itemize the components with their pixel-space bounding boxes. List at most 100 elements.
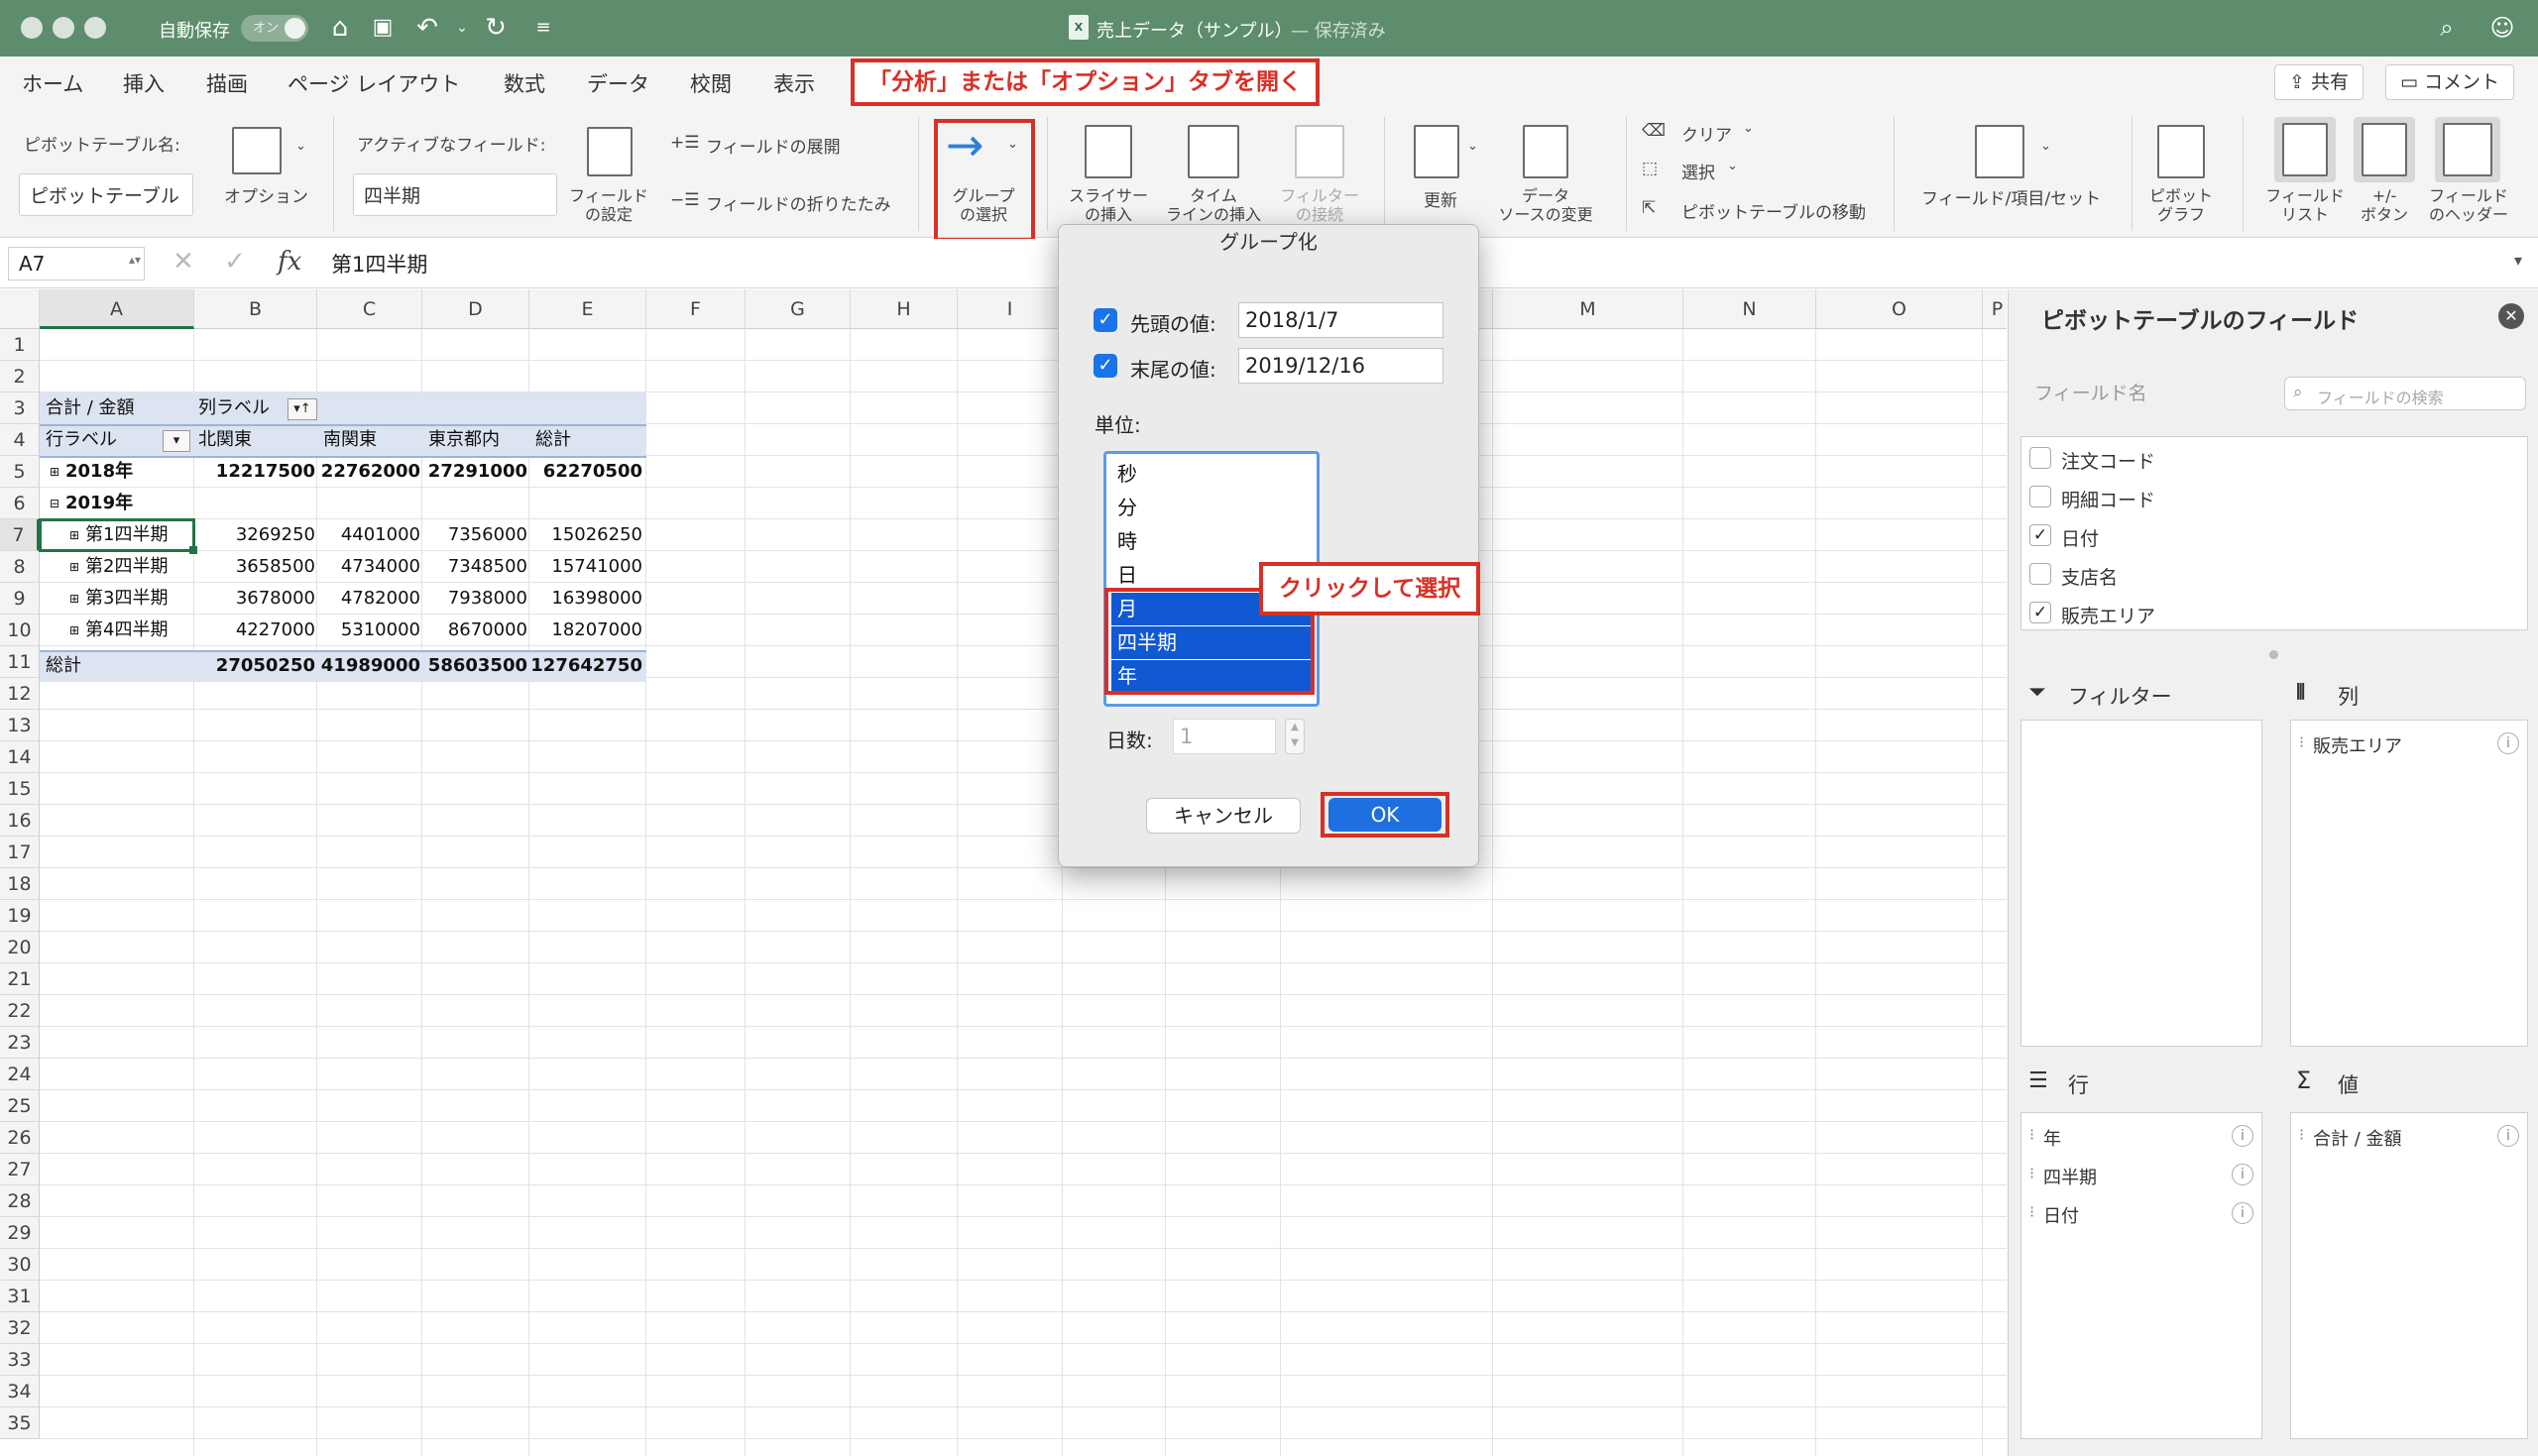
column-header-g[interactable]: G: [746, 289, 851, 329]
row-header-20[interactable]: 20: [0, 932, 40, 963]
row-header-14[interactable]: 14: [0, 741, 40, 773]
pivot-chart-icon[interactable]: [2157, 125, 2205, 178]
column-header-b[interactable]: B: [194, 289, 317, 329]
field-name[interactable]: 支店名: [2061, 563, 2118, 590]
row-header-7[interactable]: 7: [0, 519, 40, 551]
drag-handle-icon[interactable]: ⁝: [2299, 732, 2304, 751]
group-selection-arrow-icon[interactable]: →: [946, 122, 1005, 168]
end-value-checkbox[interactable]: ✓: [1094, 354, 1117, 378]
home-icon[interactable]: ⌂: [324, 12, 356, 44]
close-window-button[interactable]: [21, 17, 43, 39]
row-filter-dropdown-icon[interactable]: ▾: [163, 430, 190, 452]
pivot-chart-button[interactable]: ピボット グラフ: [2135, 186, 2227, 224]
row-header-24[interactable]: 24: [0, 1059, 40, 1090]
name-box-dropdown-icon[interactable]: ▴▾: [129, 253, 141, 267]
row-header-26[interactable]: 26: [0, 1122, 40, 1154]
column-header-c[interactable]: C: [317, 289, 422, 329]
comment-button[interactable]: ▭ コメント: [2385, 64, 2515, 100]
columns-area-item[interactable]: 販売エリア: [2313, 732, 2402, 758]
search-icon[interactable]: ⌕: [2431, 12, 2463, 44]
field-name[interactable]: 販売エリア: [2061, 602, 2155, 628]
field-headers-icon[interactable]: [2443, 123, 2492, 176]
expand-icon[interactable]: ⊞: [69, 583, 79, 615]
calculations-fx-icon[interactable]: [1975, 125, 2024, 178]
group-selection-button[interactable]: グループ の選択: [938, 186, 1029, 224]
filters-area[interactable]: [2020, 720, 2262, 1047]
column-header-e[interactable]: E: [529, 289, 646, 329]
values-area-item[interactable]: 合計 / 金額: [2313, 1125, 2402, 1151]
collapse-icon[interactable]: ⊟: [50, 488, 59, 519]
row-header-18[interactable]: 18: [0, 868, 40, 900]
values-area[interactable]: ⁝ 合計 / 金額 i: [2290, 1112, 2528, 1439]
info-icon[interactable]: i: [2232, 1202, 2253, 1224]
unit-option-minute[interactable]: 分: [1111, 492, 1312, 524]
row-header-6[interactable]: 6: [0, 488, 40, 519]
select-button[interactable]: 選択: [1681, 159, 1715, 183]
row-header-8[interactable]: 8: [0, 551, 40, 583]
clear-dropdown-icon[interactable]: ⌄: [1743, 121, 1754, 136]
tab-view[interactable]: 表示: [773, 68, 815, 98]
refresh-dropdown-icon[interactable]: ⌄: [1467, 139, 1478, 154]
redo-icon[interactable]: ↻: [480, 12, 512, 44]
row-header-11[interactable]: 11: [0, 646, 40, 678]
field-name[interactable]: 注文コード: [2061, 447, 2155, 474]
tab-formulas[interactable]: 数式: [504, 68, 545, 98]
confirm-edit-icon[interactable]: ✓: [224, 247, 246, 277]
row-header-25[interactable]: 25: [0, 1090, 40, 1122]
start-value-checkbox[interactable]: ✓: [1094, 308, 1117, 332]
field-search-input[interactable]: ⌕ フィールドの検索: [2284, 377, 2526, 410]
tab-review[interactable]: 校閲: [690, 68, 732, 98]
row-header-33[interactable]: 33: [0, 1344, 40, 1376]
row-header-23[interactable]: 23: [0, 1027, 40, 1059]
expand-icon[interactable]: ⊞: [69, 615, 79, 646]
column-header-i[interactable]: I: [958, 289, 1063, 329]
field-checkbox-branch[interactable]: [2029, 563, 2051, 585]
rows-area-item[interactable]: 四半期: [2043, 1164, 2097, 1189]
row-header-31[interactable]: 31: [0, 1281, 40, 1312]
change-data-source-button[interactable]: データ ソースの変更: [1487, 186, 1604, 224]
autosave-toggle[interactable]: オン: [241, 15, 308, 42]
select-dropdown-icon[interactable]: ⌄: [1727, 159, 1738, 173]
field-name[interactable]: 明細コード: [2061, 486, 2155, 512]
drag-handle-icon[interactable]: ⁝: [2029, 1164, 2034, 1182]
info-icon[interactable]: i: [2497, 1125, 2519, 1147]
row-header-10[interactable]: 10: [0, 615, 40, 646]
row-header-2[interactable]: 2: [0, 361, 40, 392]
row-header-27[interactable]: 27: [0, 1154, 40, 1185]
refresh-icon[interactable]: [1414, 125, 1459, 178]
expand-icon[interactable]: ⊞: [69, 551, 79, 583]
column-header-m[interactable]: M: [1493, 289, 1683, 329]
collapse-field-button[interactable]: フィールドの折りたたみ: [706, 190, 891, 215]
drag-handle-icon[interactable]: ⁝: [2299, 1125, 2304, 1144]
tab-home[interactable]: ホーム: [22, 68, 83, 98]
row-header-32[interactable]: 32: [0, 1312, 40, 1344]
info-icon[interactable]: i: [2232, 1164, 2253, 1185]
row-header-29[interactable]: 29: [0, 1217, 40, 1249]
drag-handle-icon[interactable]: ⁝: [2029, 1125, 2034, 1144]
plus-minus-buttons-button[interactable]: +/- ボタン: [2340, 186, 2429, 224]
move-pivot-button[interactable]: ピボットテーブルの移動: [1681, 198, 1866, 223]
worksheet-grid[interactable]: ABCDEFGHIJKLMNOP 12345678910111213141516…: [0, 289, 2007, 1456]
rows-area[interactable]: ⁝ 年 i ⁝ 四半期 i ⁝ 日付 i: [2020, 1112, 2262, 1439]
pivot-name-input[interactable]: ピボットテーブル: [19, 173, 193, 216]
column-header-p[interactable]: P: [1983, 289, 2007, 329]
column-header-d[interactable]: D: [422, 289, 529, 329]
zoom-window-button[interactable]: [84, 17, 106, 39]
tab-page-layout[interactable]: ページ レイアウト: [288, 68, 460, 98]
undo-icon[interactable]: ↶: [411, 12, 443, 44]
field-checkbox-sales-area[interactable]: ✓: [2029, 602, 2051, 623]
row-header-16[interactable]: 16: [0, 805, 40, 837]
insert-function-icon[interactable]: fx: [278, 247, 301, 277]
share-button[interactable]: ⇪ 共有: [2274, 64, 2364, 100]
row-header-28[interactable]: 28: [0, 1185, 40, 1217]
row-header-35[interactable]: 35: [0, 1407, 40, 1439]
slicer-icon[interactable]: [1085, 125, 1132, 178]
row-header-13[interactable]: 13: [0, 710, 40, 741]
row-header-30[interactable]: 30: [0, 1249, 40, 1281]
group-selection-dropdown-icon[interactable]: ⌄: [1007, 137, 1018, 152]
clear-button[interactable]: クリア: [1681, 121, 1732, 146]
tab-data[interactable]: データ: [587, 68, 649, 98]
field-checkbox-order-code[interactable]: [2029, 447, 2051, 469]
row-header-19[interactable]: 19: [0, 900, 40, 932]
feedback-smiley-icon[interactable]: ☺: [2486, 12, 2518, 44]
